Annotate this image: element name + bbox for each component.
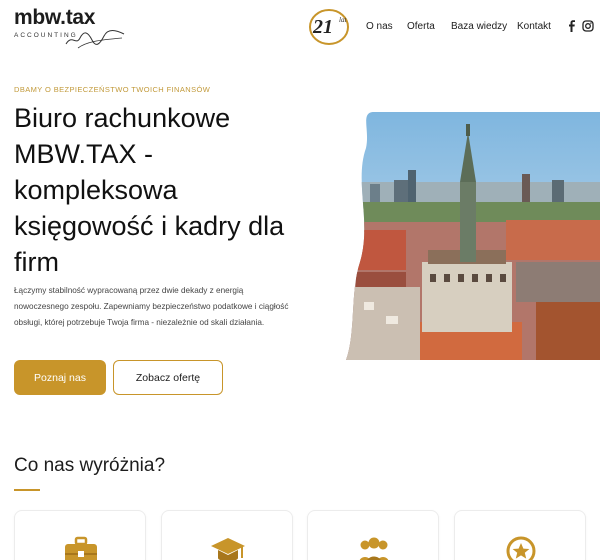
hero-title-line: firm (14, 247, 59, 277)
hero-title: Biuro rachunkowe MBW.TAX - kompleksowa k… (14, 100, 304, 280)
nav-kontakt[interactable]: Kontakt (517, 21, 551, 32)
hero-title-line: MBW.TAX - (14, 139, 153, 169)
poznaj-nas-button[interactable]: Poznaj nas (14, 360, 106, 395)
badge-suffix: lat (339, 16, 347, 24)
section-underline (14, 489, 40, 491)
instagram-icon[interactable] (582, 20, 594, 32)
team-icon (359, 537, 389, 560)
nav-oferta[interactable]: Oferta (407, 21, 435, 32)
site-header: mbw.tax ACCOUNTING 21 lat O nas Oferta B… (0, 0, 600, 56)
hero-city-image (346, 112, 600, 360)
hero-title-line: kompleksowa (14, 175, 178, 205)
feature-card[interactable] (161, 510, 293, 560)
signature-mark (65, 30, 125, 49)
badge-number: 21 (313, 16, 333, 38)
feature-card[interactable] (14, 510, 146, 560)
nav-o-nas[interactable]: O nas (366, 21, 393, 32)
graduation-cap-icon (211, 538, 245, 560)
hero-eyebrow: DBAMY O BEZPIECZEŃSTWO TWOICH FINANSÓW (14, 85, 211, 94)
briefcase-icon (65, 536, 97, 560)
section-title: Co nas wyróżnia? (14, 455, 166, 476)
facebook-icon[interactable] (566, 20, 578, 32)
logo[interactable]: mbw.tax ACCOUNTING (14, 6, 125, 49)
feature-card[interactable] (454, 510, 586, 560)
21-years-badge: 21 lat (308, 8, 350, 46)
hero-title-line: księgowość i kadry dla (14, 211, 285, 241)
nav-baza-wiedzy[interactable]: Baza wiedzy (451, 21, 507, 32)
star-badge-icon (506, 536, 536, 560)
hero-description: Łączymy stabilność wypracowaną przez dwi… (14, 286, 289, 327)
hero-title-line: Biuro rachunkowe (14, 103, 231, 133)
zobacz-oferte-button[interactable]: Zobacz ofertę (113, 360, 223, 395)
feature-card[interactable] (307, 510, 439, 560)
